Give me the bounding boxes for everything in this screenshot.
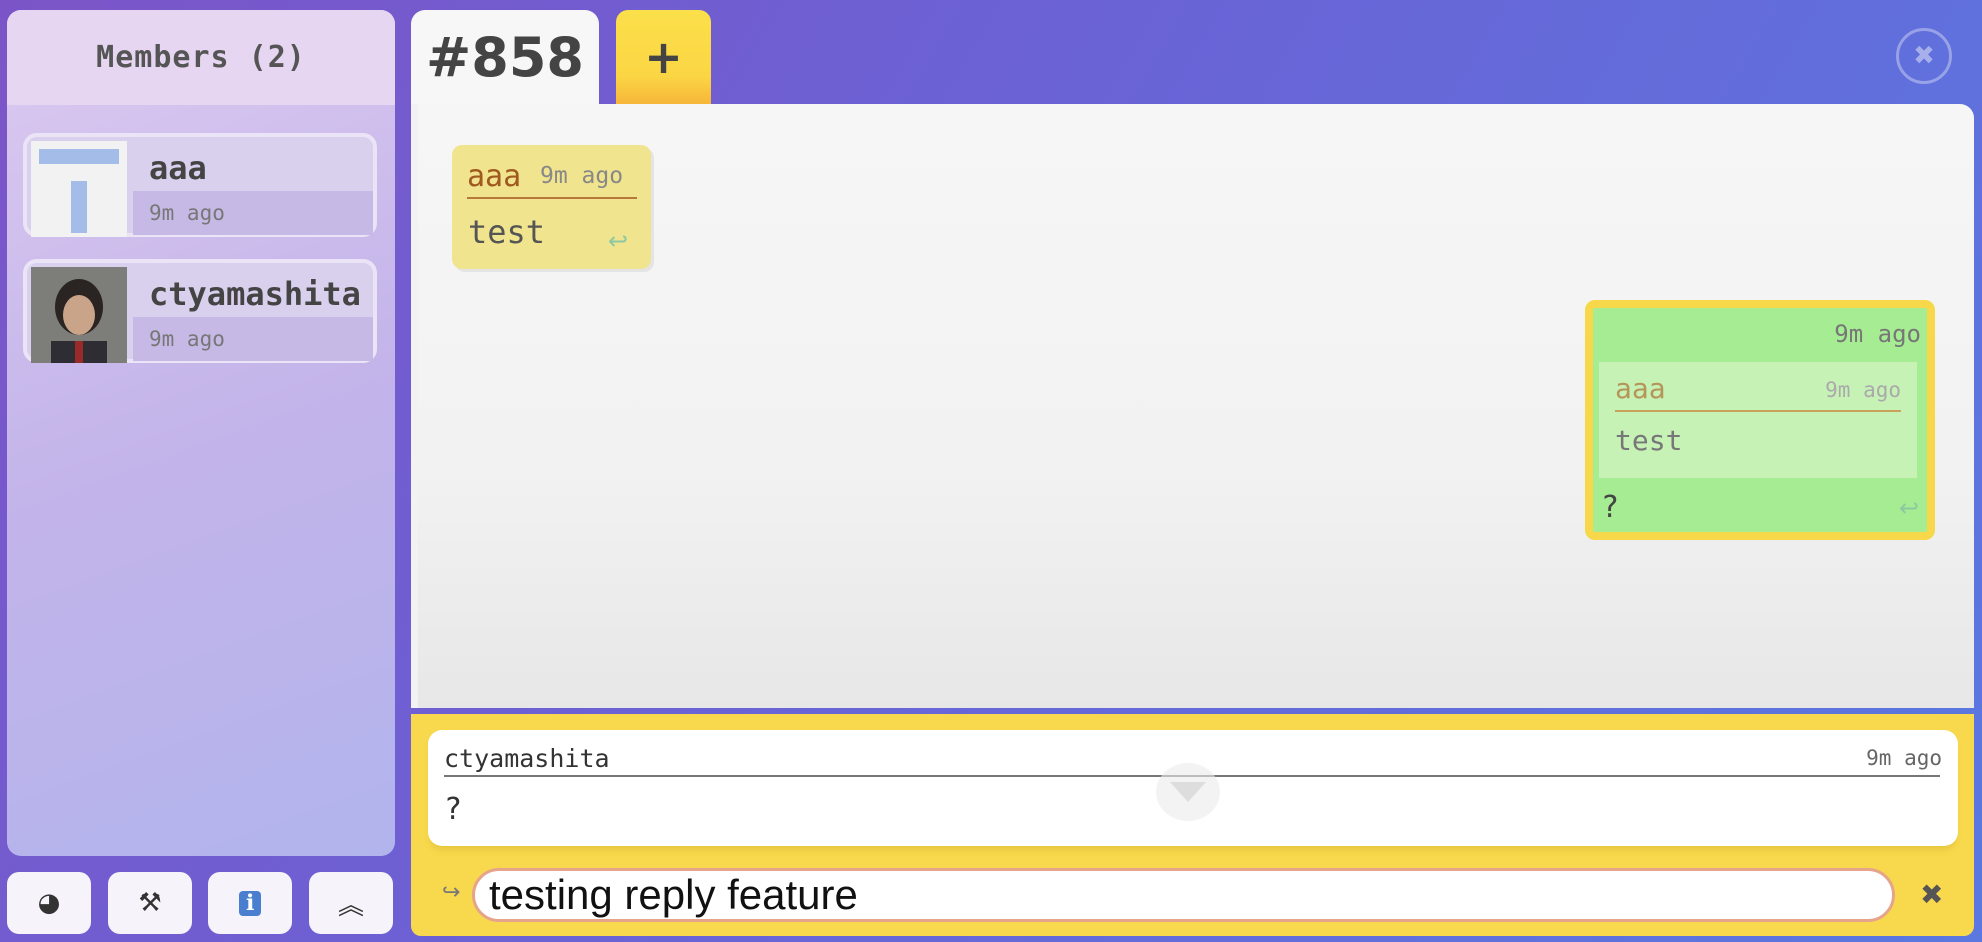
member-status: 9m ago bbox=[133, 191, 373, 235]
message-time: 9m ago bbox=[540, 163, 624, 189]
message-author: aaa bbox=[467, 159, 522, 194]
message-time: 9m ago bbox=[1834, 320, 1921, 348]
member-last-seen: 9m ago bbox=[149, 201, 225, 225]
reply-icon[interactable]: ↩ bbox=[1899, 494, 1919, 522]
quote-text: test bbox=[1615, 424, 1683, 457]
reply-preview-time: 9m ago bbox=[1866, 746, 1942, 770]
divider bbox=[467, 197, 637, 199]
close-icon: ✖ bbox=[1913, 41, 1935, 71]
info-button[interactable]: ℹ bbox=[208, 872, 292, 934]
member-name: aaa bbox=[149, 149, 207, 187]
collapse-button[interactable]: ︽ bbox=[309, 872, 393, 934]
message-input[interactable] bbox=[472, 868, 1895, 922]
reply-preview-text: ? bbox=[444, 792, 463, 827]
collapse-icon: ︽ bbox=[337, 890, 364, 921]
message-text: test bbox=[468, 213, 546, 251]
reply-arrow-icon: ↪ bbox=[442, 880, 461, 905]
member-status: 9m ago bbox=[133, 317, 373, 361]
quote-time: 9m ago bbox=[1825, 378, 1901, 402]
quoted-message[interactable]: aaa 9m ago test bbox=[1599, 362, 1917, 478]
tools-icon: ⚒ bbox=[138, 888, 162, 918]
cancel-reply-button[interactable]: ✖ bbox=[1920, 878, 1943, 911]
scroll-down-button[interactable] bbox=[1156, 763, 1220, 821]
tab-room[interactable]: #858 bbox=[411, 10, 599, 104]
member-name: ctyamashita bbox=[149, 275, 361, 313]
quote-author: aaa bbox=[1615, 372, 1666, 405]
theme-toggle-button[interactable]: ◕ bbox=[7, 872, 91, 934]
tools-button[interactable]: ⚒ bbox=[108, 872, 192, 934]
add-room-button[interactable]: + bbox=[616, 10, 711, 104]
message-bubble-incoming[interactable]: aaa 9m ago test ↩ bbox=[452, 145, 651, 269]
member-last-seen: 9m ago bbox=[149, 327, 225, 351]
reply-preview-author: ctyamashita bbox=[444, 744, 610, 773]
close-window-button[interactable]: ✖ bbox=[1896, 28, 1952, 84]
info-icon: ℹ bbox=[238, 890, 262, 916]
members-header: Members (2) bbox=[7, 10, 395, 105]
message-bubble-outgoing[interactable]: 9m ago aaa 9m ago test ? ↩ bbox=[1585, 300, 1935, 540]
message-text: ? bbox=[1601, 490, 1620, 525]
member-item-ctyamashita[interactable]: ctyamashita 9m ago bbox=[23, 259, 377, 363]
member-item-aaa[interactable]: aaa 9m ago bbox=[23, 133, 377, 237]
divider bbox=[1615, 410, 1901, 412]
avatar bbox=[31, 141, 127, 237]
moon-toggle-icon: ◕ bbox=[37, 888, 61, 918]
reply-icon[interactable]: ↩ bbox=[608, 227, 628, 255]
members-sidebar: Members (2) aaa 9m ago ctyamashita 9m ag… bbox=[7, 10, 395, 856]
chevron-down-icon bbox=[1170, 782, 1206, 802]
avatar bbox=[31, 267, 127, 363]
